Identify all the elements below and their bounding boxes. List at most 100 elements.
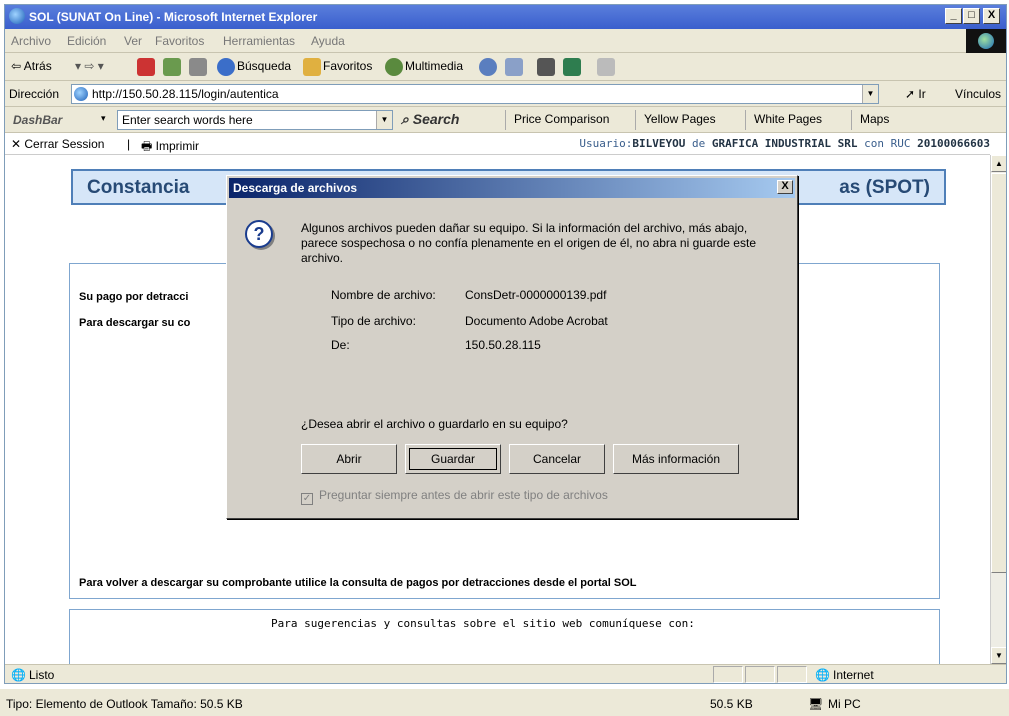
back-button[interactable]: ⇦ Atrás (11, 59, 52, 73)
discuss-icon[interactable] (597, 58, 615, 76)
multimedia-button[interactable]: Multimedia (405, 59, 463, 73)
multimedia-icon[interactable] (385, 58, 403, 76)
address-label: Dirección (9, 87, 60, 101)
standard-toolbar: ⇦ Atrás ▾ ⇨ ▾ Búsqueda Favoritos Multime… (5, 53, 1006, 81)
always-ask-checkbox-row[interactable]: ✓ Preguntar siempre antes de abrir este t… (301, 488, 608, 505)
menu-herramientas[interactable]: Herramientas (223, 34, 295, 48)
menu-favoritos[interactable]: Favoritos (155, 34, 204, 48)
filename-value: ConsDetr-0000000139.pdf (465, 288, 607, 302)
dashbar-dropdown-icon[interactable]: ▾ (101, 113, 106, 124)
scroll-up-button[interactable]: ▲ (991, 155, 1006, 172)
redownload-text: Para volver a descargar su comprobante u… (79, 577, 637, 589)
separator: | (127, 137, 131, 151)
print-link[interactable]: 🖶 Imprimir (141, 137, 199, 158)
scroll-thumb[interactable] (991, 173, 1006, 573)
logout-label: Cerrar Session (24, 137, 105, 151)
favorites-icon[interactable] (303, 58, 321, 76)
menu-edicion[interactable]: Edición (67, 34, 106, 48)
logout-link[interactable]: ✕ Cerrar Session (11, 137, 104, 151)
filetype-value: Documento Adobe Acrobat (465, 314, 608, 328)
explorer-status-bar: Tipo: Elemento de Outlook Tamaño: 50.5 K… (0, 688, 1009, 716)
filetype-label: Tipo de archivo: (331, 314, 416, 328)
open-button[interactable]: Abrir (301, 444, 397, 474)
cancel-button[interactable]: Cancelar (509, 444, 605, 474)
question-text: ¿Desea abrir el archivo o guardarlo en s… (301, 417, 568, 431)
dashbar-search-label: Search (412, 111, 460, 127)
page-icon (74, 87, 88, 101)
file-download-dialog: Descarga de archivos X ? Algunos archivo… (226, 175, 798, 519)
user-info: Usuario:BILVEYOU de GRAFICA INDUSTRIAL S… (579, 137, 990, 150)
vertical-scrollbar[interactable]: ▲ ▼ (990, 155, 1006, 664)
footer-text: Para sugerencias y consultas sobre el si… (271, 617, 695, 630)
globe-icon (978, 33, 994, 49)
history-icon[interactable] (479, 58, 497, 76)
dashbar-search-input[interactable]: Enter search words here ▼ (117, 110, 393, 130)
title-bar: SOL (SUNAT On Line) - Microsoft Internet… (5, 5, 1006, 29)
window-title: SOL (SUNAT On Line) - Microsoft Internet… (29, 10, 318, 24)
dialog-title-bar: Descarga de archivos X (229, 178, 795, 198)
dashbar-search-dropdown[interactable]: ▼ (376, 111, 392, 129)
more-info-button[interactable]: Más información (613, 444, 739, 474)
company-name: GRAFICA INDUSTRIAL SRL (711, 137, 858, 150)
status-pane (713, 666, 743, 683)
sol-toolbar: ✕ Cerrar Session | 🖶 Imprimir Usuario:BI… (5, 133, 990, 155)
stop-icon[interactable] (137, 58, 155, 76)
status-bar: 🌐 Listo 🌐 Internet (5, 664, 1006, 684)
refresh-icon[interactable] (163, 58, 181, 76)
forward-button[interactable]: ▾ ⇨ ▾ (75, 59, 104, 73)
price-comparison-link[interactable]: Price Comparison (505, 110, 617, 130)
explorer-status-text: Tipo: Elemento de Outlook Tamaño: 50.5 K… (6, 697, 243, 711)
from-value: 150.50.28.115 (465, 338, 541, 352)
edit-icon[interactable] (563, 58, 581, 76)
scroll-down-button[interactable]: ▼ (991, 647, 1006, 664)
minimize-button[interactable]: _ (945, 8, 962, 24)
yellow-pages-link[interactable]: Yellow Pages (635, 110, 724, 130)
dialog-close-button[interactable]: X (777, 180, 793, 194)
maps-link[interactable]: Maps (851, 110, 897, 130)
go-button[interactable]: ➚ Ir (905, 87, 926, 101)
explorer-status-location: Mi PC (828, 697, 861, 711)
download-text: Para descargar su co (79, 317, 191, 329)
address-input[interactable]: http://150.50.28.115/login/autentica ▼ (71, 84, 879, 104)
user-de: de (691, 137, 706, 150)
menu-archivo[interactable]: Archivo (11, 34, 51, 48)
close-button[interactable]: X (983, 8, 1000, 24)
dashbar-placeholder: Enter search words here (122, 113, 253, 127)
dashbar-label[interactable]: DashBar (13, 113, 62, 127)
maximize-button[interactable]: □ (963, 8, 980, 24)
dashbar-toolbar: DashBar ▾ Enter search words here ▼ ⌕ Se… (5, 107, 1006, 133)
ie-icon (9, 8, 25, 24)
status-text: Listo (29, 668, 55, 682)
print-label: Imprimir (155, 139, 199, 153)
address-dropdown[interactable]: ▼ (862, 85, 878, 103)
white-pages-link[interactable]: White Pages (745, 110, 830, 130)
search-icon[interactable] (217, 58, 235, 76)
payment-text: Su pago por detracci (79, 291, 189, 303)
search-button[interactable]: Búsqueda (237, 59, 291, 73)
menu-ver[interactable]: Ver (124, 34, 142, 48)
user-prefix: Usuario: (579, 137, 633, 150)
save-button[interactable]: Guardar (405, 444, 501, 474)
address-bar: Dirección http://150.50.28.115/login/aut… (5, 81, 1006, 107)
status-pane (777, 666, 807, 683)
links-button[interactable]: Vínculos (955, 87, 1001, 101)
always-ask-checkbox[interactable]: ✓ (301, 493, 313, 505)
ruc-number: 20100066603 (917, 137, 990, 150)
home-icon[interactable] (189, 58, 207, 76)
from-label: De: (331, 338, 350, 352)
print-icon[interactable] (537, 58, 555, 76)
menu-ayuda[interactable]: Ayuda (311, 34, 345, 48)
heading-right: as (SPOT) (839, 177, 930, 198)
filename-label: Nombre de archivo: (331, 288, 436, 302)
favorites-button[interactable]: Favoritos (323, 59, 372, 73)
go-label: Ir (918, 87, 926, 101)
always-ask-label: Preguntar siempre antes de abrir este ti… (319, 488, 608, 502)
address-url: http://150.50.28.115/login/autentica (92, 87, 279, 101)
internet-zone-label: Internet (833, 668, 874, 682)
dashbar-search-button[interactable]: ⌕ Search (401, 111, 459, 128)
question-icon: ? (245, 220, 273, 248)
user-con-ruc: con RUC (864, 137, 911, 150)
warning-text: Algunos archivos pueden dañar su equipo.… (301, 221, 756, 265)
heading-left: Constancia (87, 177, 190, 198)
mail-icon[interactable] (505, 58, 523, 76)
